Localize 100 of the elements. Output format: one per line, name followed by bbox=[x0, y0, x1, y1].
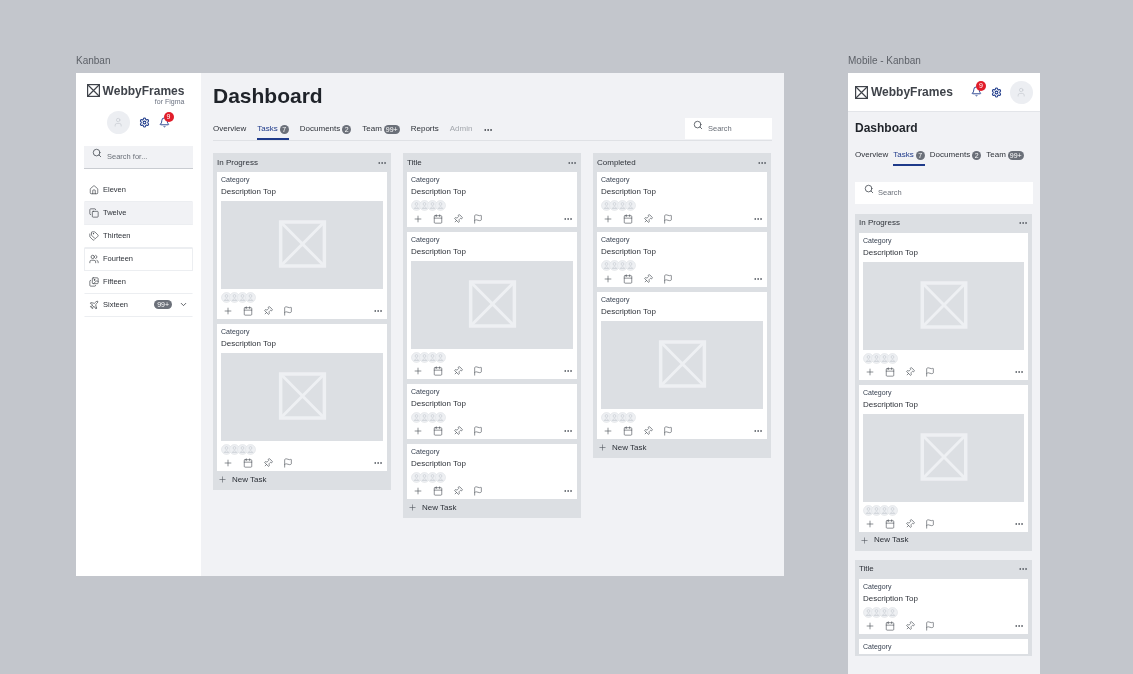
avatar-stack-icon bbox=[221, 444, 257, 455]
calendar-icon[interactable] bbox=[885, 366, 895, 377]
images-icon bbox=[89, 276, 99, 287]
calendar-icon[interactable] bbox=[433, 426, 443, 436]
logo-text: WebbyFrames bbox=[102, 84, 185, 97]
flag-icon[interactable] bbox=[925, 620, 935, 631]
bell-icon[interactable] bbox=[971, 86, 982, 97]
column-title: In Progress bbox=[217, 156, 258, 169]
settings-icon[interactable] bbox=[991, 86, 1002, 98]
add-icon[interactable] bbox=[865, 366, 875, 377]
calendar-icon[interactable] bbox=[623, 426, 633, 436]
add-icon[interactable] bbox=[865, 518, 875, 529]
calendar-icon[interactable] bbox=[623, 214, 633, 224]
flag-icon[interactable] bbox=[283, 458, 293, 468]
add-icon[interactable] bbox=[413, 214, 423, 224]
avatar-stack-icon bbox=[863, 606, 899, 618]
avatar-stack-icon bbox=[411, 412, 447, 423]
card-description: Description Top bbox=[601, 247, 657, 257]
calendar-icon[interactable] bbox=[885, 518, 895, 529]
settings-icon[interactable] bbox=[138, 117, 150, 128]
avatar-stack-icon bbox=[221, 292, 257, 303]
new-task-button[interactable]: New Task bbox=[407, 499, 577, 516]
flag-icon[interactable] bbox=[283, 306, 293, 316]
calendar-icon[interactable] bbox=[623, 274, 633, 284]
flag-icon[interactable] bbox=[473, 366, 483, 376]
new-task-button[interactable]: New Task bbox=[597, 439, 767, 456]
chevron-icon[interactable] bbox=[179, 300, 188, 309]
add-icon[interactable] bbox=[223, 306, 233, 316]
card-description: Description Top bbox=[411, 399, 467, 409]
card-description: Description Top bbox=[221, 339, 277, 349]
tags-icon bbox=[89, 230, 99, 241]
card-description: Description Top bbox=[411, 459, 467, 469]
new-task-button[interactable]: New Task bbox=[859, 531, 1028, 549]
card-description: Description Top bbox=[601, 187, 657, 197]
card-description: Description Top bbox=[221, 187, 277, 197]
add-icon[interactable] bbox=[603, 214, 613, 224]
add-icon bbox=[218, 475, 227, 484]
card-description: Description Top bbox=[411, 187, 467, 197]
avatar-stack-icon bbox=[601, 200, 637, 211]
column-title: Title bbox=[407, 156, 422, 169]
person-icon bbox=[112, 117, 124, 128]
frame-label: Kanban bbox=[76, 54, 111, 68]
avatar-stack-icon bbox=[863, 352, 899, 364]
calendar-icon[interactable] bbox=[885, 620, 895, 631]
tab[interactable]: Overview bbox=[855, 146, 889, 166]
add-icon[interactable] bbox=[223, 458, 233, 468]
flag-icon[interactable] bbox=[925, 366, 935, 377]
flag-icon[interactable] bbox=[473, 214, 483, 224]
flag-icon[interactable] bbox=[473, 426, 483, 436]
calendar-icon[interactable] bbox=[433, 214, 443, 224]
column-title: In Progress bbox=[859, 217, 900, 229]
search-icon bbox=[92, 148, 102, 158]
house-icon bbox=[89, 184, 99, 195]
tab[interactable]: Reports bbox=[410, 120, 439, 140]
card-description: Description Top bbox=[863, 247, 919, 258]
avatar-stack-icon bbox=[601, 412, 637, 423]
add-icon[interactable] bbox=[413, 486, 423, 496]
calendar-icon[interactable] bbox=[243, 306, 253, 316]
flag-icon[interactable] bbox=[925, 518, 935, 529]
logo-icon bbox=[855, 85, 868, 99]
flag-icon[interactable] bbox=[663, 426, 673, 436]
users-icon bbox=[89, 254, 99, 264]
page-title: Dashboard bbox=[213, 83, 324, 109]
add-icon[interactable] bbox=[413, 426, 423, 436]
logo-icon bbox=[86, 84, 100, 97]
flag-icon[interactable] bbox=[663, 214, 673, 224]
avatar-stack-icon bbox=[411, 352, 447, 363]
card-description: Description Top bbox=[601, 307, 657, 317]
add-icon[interactable] bbox=[603, 426, 613, 436]
logo-text: WebbyFrames bbox=[871, 86, 953, 98]
avatar-stack-icon bbox=[411, 472, 447, 483]
page-title: Dashboard bbox=[855, 120, 919, 136]
card-description: Description Top bbox=[863, 399, 919, 410]
flag-icon[interactable] bbox=[663, 274, 673, 284]
calendar-icon[interactable] bbox=[433, 486, 443, 496]
calendar-icon[interactable] bbox=[243, 458, 253, 468]
flag-icon[interactable] bbox=[473, 486, 483, 496]
person-icon bbox=[1016, 86, 1027, 98]
column-title: Completed bbox=[597, 156, 636, 169]
search-icon bbox=[693, 119, 703, 130]
avatar-stack-icon bbox=[601, 260, 637, 271]
search-icon bbox=[864, 184, 874, 194]
add-icon bbox=[598, 443, 607, 452]
plane-icon bbox=[89, 299, 99, 310]
avatar-stack-icon bbox=[411, 200, 447, 211]
tab[interactable]: Overview bbox=[213, 120, 247, 140]
add-icon[interactable] bbox=[603, 274, 613, 284]
calendar-icon[interactable] bbox=[433, 366, 443, 376]
add-icon[interactable] bbox=[413, 366, 423, 376]
frame-label: Mobile - Kanban bbox=[848, 54, 921, 68]
copy-icon bbox=[89, 207, 99, 218]
avatar-stack-icon bbox=[863, 504, 899, 516]
column-title: Title bbox=[859, 563, 874, 575]
card-description: Description Top bbox=[863, 593, 919, 604]
new-task-button[interactable]: New Task bbox=[217, 471, 387, 488]
card-description: Description Top bbox=[411, 247, 467, 257]
add-icon bbox=[408, 503, 417, 512]
add-icon[interactable] bbox=[865, 620, 875, 631]
add-icon bbox=[860, 535, 869, 545]
bell-icon[interactable] bbox=[158, 116, 170, 128]
